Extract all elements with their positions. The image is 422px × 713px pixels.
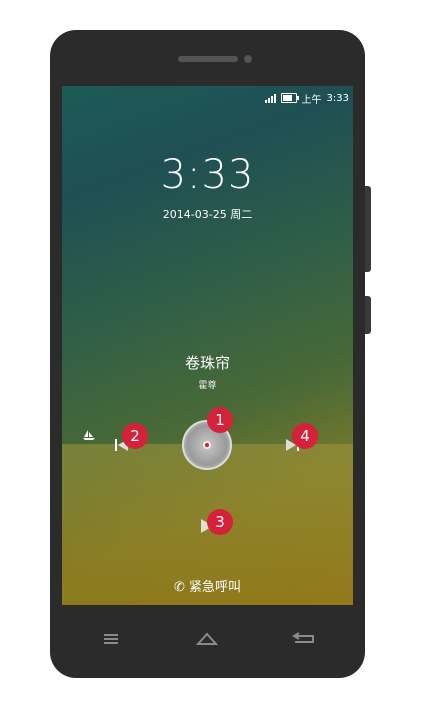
battery-icon xyxy=(280,93,299,103)
emergency-call-label: 紧急呼叫 xyxy=(189,580,242,595)
song-artist: 霍尊 xyxy=(198,381,217,391)
boat-icon[interactable] xyxy=(82,429,96,441)
status-bar: 上午 3:33 xyxy=(264,90,349,106)
annotation-badge-1: 1 xyxy=(207,407,233,433)
phone-icon: ✆ xyxy=(173,580,185,595)
back-icon[interactable] xyxy=(291,632,317,646)
lockscreen-clock: 3:33 xyxy=(160,152,255,198)
front-camera xyxy=(244,55,252,63)
power-button xyxy=(365,296,371,334)
menu-icon[interactable] xyxy=(102,632,120,646)
lockscreen-date: 2014-03-25 周二 xyxy=(162,208,253,221)
annotation-badge-4: 4 xyxy=(292,423,318,449)
status-time: 3:33 xyxy=(326,92,349,104)
home-icon[interactable] xyxy=(196,632,218,646)
emergency-call-button[interactable]: ✆ 紧急呼叫 xyxy=(62,576,353,595)
signal-icon xyxy=(264,93,276,103)
song-title: 卷珠帘 xyxy=(184,354,230,372)
volume-button xyxy=(365,186,371,272)
disc-center-icon xyxy=(203,441,211,449)
earpiece-speaker xyxy=(178,56,238,62)
annotation-badge-2: 2 xyxy=(122,423,148,449)
annotation-badge-3: 3 xyxy=(207,509,233,535)
status-time-period: 上午 xyxy=(301,94,322,106)
